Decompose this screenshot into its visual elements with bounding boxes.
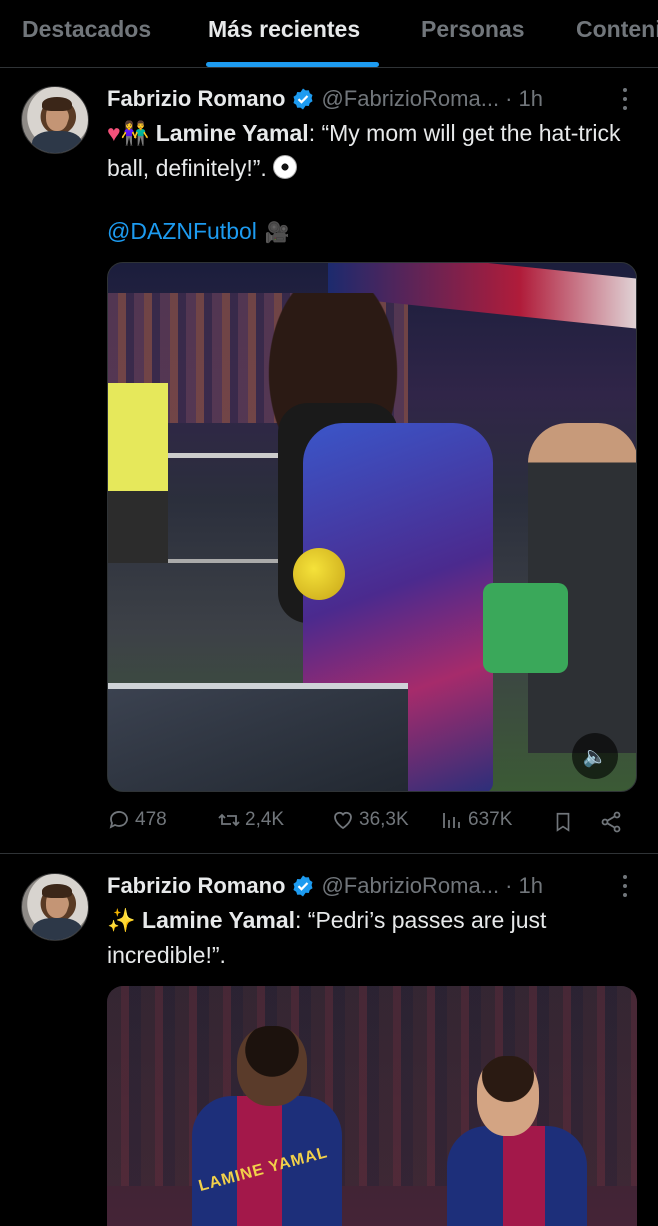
tweet-time: · 1h <box>505 86 543 111</box>
sparkles-emoji-icon: ✨ <box>107 907 136 933</box>
author-name[interactable]: Fabrizio Romano <box>107 86 285 112</box>
heart-icon <box>334 811 352 830</box>
more-options-icon[interactable] <box>622 875 628 897</box>
tweet-text: ♥👫 Lamine Yamal: “My mom will get the ha… <box>107 116 627 186</box>
avatar[interactable] <box>21 873 89 941</box>
bookmark-icon[interactable] <box>552 810 574 834</box>
mention-text[interactable]: @DAZNFutbol <box>107 218 257 244</box>
tab-contenido[interactable]: Contenido <box>576 16 658 43</box>
tweet-header: Fabrizio Romano @FabrizioRoma... · 1h <box>107 84 543 114</box>
author-handle[interactable]: @FabrizioRoma... <box>321 86 499 112</box>
tweet-image[interactable]: LAMINE YAMAL <box>107 986 637 1226</box>
like-count: 36,3K <box>359 809 409 830</box>
views-icon <box>443 813 460 828</box>
retweet-icon <box>218 813 240 827</box>
people-emoji-icon: 👫 <box>120 120 150 146</box>
active-tab-indicator <box>206 62 379 67</box>
bold-name: Lamine Yamal <box>142 907 296 933</box>
author-handle[interactable]: @FabrizioRoma... <box>321 873 499 899</box>
bold-name: Lamine Yamal <box>155 120 309 146</box>
verified-badge-icon <box>293 875 313 897</box>
tweet[interactable]: Fabrizio Romano @FabrizioRoma... · 1h ♥👫… <box>0 68 658 854</box>
like-button[interactable]: 36,3K <box>331 808 409 832</box>
heart-emoji-icon: ♥ <box>107 120 121 146</box>
top-tabs: Destacados Más recientes Personas Conten… <box>0 0 658 68</box>
verified-badge-icon <box>293 88 313 110</box>
reply-count: 478 <box>135 809 167 830</box>
retweet-count: 2,4K <box>245 809 285 830</box>
tweet-text: ✨ Lamine Yamal: “Pedri’s passes are just… <box>107 903 627 973</box>
retweet-button[interactable]: 2,4K <box>217 808 284 832</box>
views-button[interactable]: 637K <box>440 808 512 832</box>
soccer-ball-icon <box>273 155 298 179</box>
reply-button[interactable]: 478 <box>107 808 167 832</box>
views-count: 637K <box>468 809 513 830</box>
reply-icon <box>109 811 128 829</box>
mention-link[interactable]: @DAZNFutbol 🎥 <box>107 218 290 245</box>
tweet-actions: 478 2,4K 36,3K 637K <box>107 808 627 838</box>
author-name[interactable]: Fabrizio Romano <box>107 873 285 899</box>
more-options-icon[interactable] <box>622 88 628 110</box>
tweet-time: · 1h <box>505 873 543 898</box>
tweet-video[interactable]: 🔈 <box>107 262 637 792</box>
tweet[interactable]: Fabrizio Romano @FabrizioRoma... · 1h ✨ … <box>0 855 658 1226</box>
tab-destacados[interactable]: Destacados <box>22 16 151 43</box>
mute-toggle-icon[interactable]: 🔈 <box>572 733 618 779</box>
avatar[interactable] <box>21 86 89 154</box>
video-camera-icon: 🎥 <box>264 222 290 244</box>
tab-mas-recientes[interactable]: Más recientes <box>208 16 360 43</box>
tweet-header: Fabrizio Romano @FabrizioRoma... · 1h <box>107 871 543 901</box>
tab-personas[interactable]: Personas <box>421 16 525 43</box>
share-icon[interactable] <box>599 810 623 834</box>
